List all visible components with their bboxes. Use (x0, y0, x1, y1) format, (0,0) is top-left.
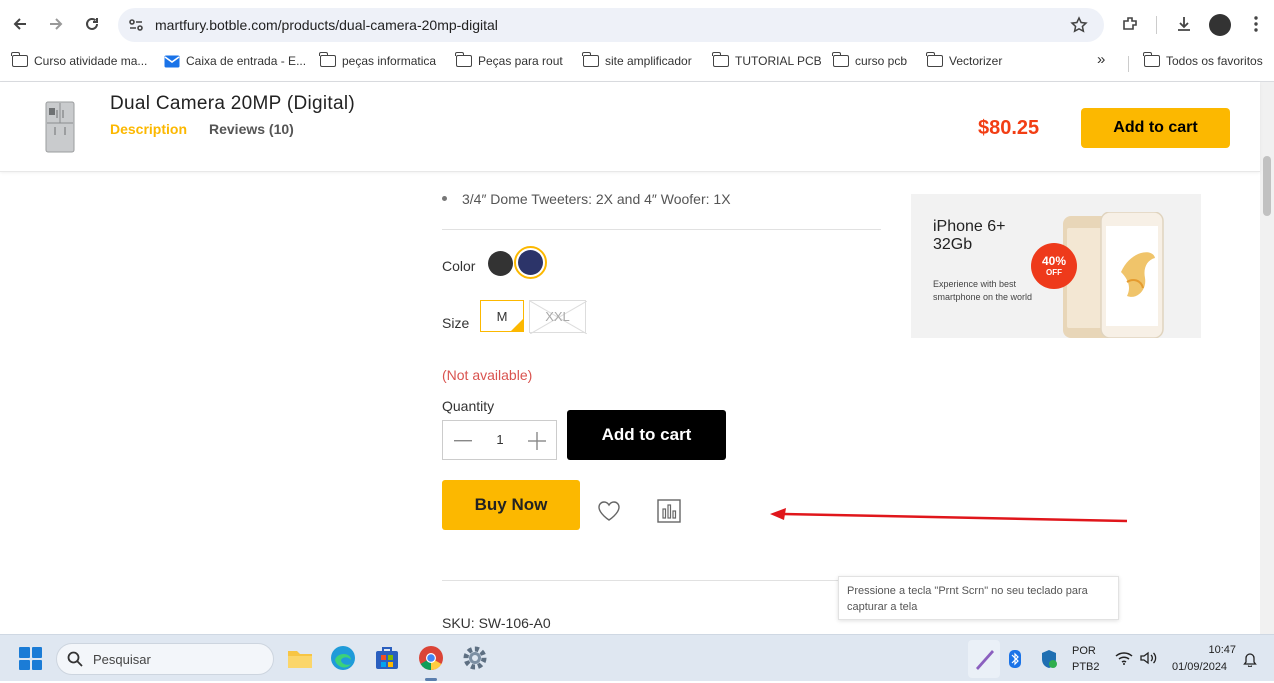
bookmark-item[interactable]: peças informatica (319, 52, 436, 68)
windows-taskbar: Pesquisar POR PTB2 10:47 01/09/2024 (0, 634, 1274, 681)
bookmark-item[interactable]: Curso atividade ma... (11, 52, 147, 68)
bookmarks-divider (1128, 56, 1129, 72)
folder-icon (582, 52, 599, 67)
tab-reviews[interactable]: Reviews (10) (209, 121, 294, 137)
smartphone-image (1063, 212, 1164, 338)
promo-title: iPhone 6+ 32Gb (933, 218, 1006, 253)
bluetooth-icon[interactable] (1009, 650, 1021, 668)
bookmarks-bar: Curso atividade ma... Caixa de entrada -… (0, 48, 1274, 78)
divider (442, 229, 881, 230)
input-language[interactable]: POR (1072, 645, 1096, 657)
scrollbar-thumb[interactable] (1263, 156, 1271, 216)
more-bookmarks-chevron-icon[interactable]: » (1097, 51, 1105, 68)
selected-corner-marker (511, 319, 523, 331)
taskbar-search-input[interactable]: Pesquisar (56, 643, 274, 675)
folder-icon (712, 52, 729, 67)
buy-now-button[interactable]: Buy Now (442, 480, 580, 530)
spec-bullet (442, 196, 447, 201)
size-option-m[interactable]: M (480, 300, 524, 332)
bookmark-item[interactable]: Vectorizer (926, 52, 1002, 68)
browser-chrome: martfury.botble.com/products/dual-camera… (0, 0, 1274, 82)
search-icon (67, 651, 83, 667)
folder-icon (11, 52, 28, 67)
windows-start-icon[interactable] (19, 647, 42, 670)
download-icon[interactable] (1175, 15, 1193, 33)
quantity-label: Quantity (442, 398, 495, 414)
toolbar-divider (1156, 16, 1157, 34)
wifi-icon[interactable] (1115, 651, 1133, 665)
address-bar[interactable]: martfury.botble.com/products/dual-camera… (118, 8, 1104, 42)
quantity-stepper: 1 (442, 420, 557, 460)
page-scrollbar[interactable] (1260, 82, 1274, 634)
forward-icon[interactable] (42, 10, 70, 38)
color-swatch-navy[interactable] (518, 250, 543, 275)
settings-gear-icon[interactable] (461, 644, 489, 672)
bookmark-item[interactable]: curso pcb (832, 52, 907, 68)
pen-app-icon[interactable] (968, 640, 1000, 678)
clock-date[interactable]: 01/09/2024 (1172, 661, 1227, 673)
file-explorer-icon[interactable] (286, 644, 314, 672)
kebab-menu-icon[interactable] (1248, 15, 1264, 33)
promo-subtitle: Experience with best smartphone on the w… (933, 279, 1033, 302)
folder-icon (1143, 52, 1160, 67)
keyboard-layout[interactable]: PTB2 (1072, 661, 1100, 673)
folder-icon (455, 52, 472, 67)
product-price: $80.25 (978, 117, 1040, 139)
folder-icon (319, 52, 336, 67)
tab-description[interactable]: Description (110, 121, 187, 137)
folder-icon (926, 52, 943, 67)
chrome-browser-icon[interactable] (417, 644, 445, 672)
divider (442, 580, 881, 581)
all-bookmarks[interactable]: Todos os favoritos (1143, 52, 1263, 68)
site-settings-icon[interactable] (128, 17, 144, 33)
heart-icon[interactable] (596, 498, 622, 524)
security-shield-icon[interactable] (1040, 649, 1058, 669)
gmail-icon (164, 55, 180, 67)
spec-text: 3/4″ Dome Tweeters: 2X and 4″ Woofer: 1X (462, 191, 731, 207)
sticky-product-header: Dual Camera 20MP (Digital) Description R… (0, 82, 1260, 172)
volume-icon[interactable] (1139, 651, 1157, 665)
browser-toolbar: martfury.botble.com/products/dual-camera… (0, 0, 1274, 48)
bookmark-item[interactable]: Peças para rout (455, 52, 563, 68)
add-to-cart-button[interactable]: Add to cart (567, 410, 726, 460)
extensions-icon[interactable] (1121, 15, 1139, 33)
color-swatch-black[interactable] (488, 251, 513, 276)
compare-chart-icon[interactable] (656, 498, 682, 524)
bookmark-item[interactable]: TUTORIAL PCB (712, 52, 822, 68)
bookmark-item[interactable]: Caixa de entrada - E... (164, 54, 306, 68)
plus-icon[interactable] (525, 429, 549, 453)
size-label: Size (442, 315, 470, 331)
profile-avatar[interactable] (1209, 14, 1231, 36)
discount-badge: 40% OFF (1031, 243, 1077, 289)
sticky-add-to-cart-button[interactable]: Add to cart (1081, 108, 1230, 148)
url-text: martfury.botble.com/products/dual-camera… (155, 17, 498, 33)
quantity-input[interactable]: 1 (487, 432, 513, 447)
sku-text: SKU: SW-106-A0 (442, 615, 551, 631)
clock-time[interactable]: 10:47 (1200, 644, 1236, 656)
bookmark-item[interactable]: site amplificador (582, 52, 692, 68)
bookmark-star-icon[interactable] (1070, 16, 1088, 34)
notification-bell-icon[interactable] (1243, 651, 1257, 667)
edge-browser-icon[interactable] (329, 644, 357, 672)
minus-icon[interactable] (451, 429, 475, 453)
annotation-arrow-icon (770, 508, 1128, 523)
reload-icon[interactable] (78, 10, 106, 38)
size-option-xxl[interactable]: XXL (529, 300, 587, 334)
product-thumbnail[interactable] (44, 100, 76, 154)
back-icon[interactable] (6, 10, 34, 38)
availability-status: (Not available) (442, 367, 533, 383)
product-title: Dual Camera 20MP (Digital) (110, 93, 356, 114)
promo-banner[interactable]: iPhone 6+ 32Gb Experience with best smar… (911, 194, 1201, 338)
folder-icon (832, 52, 849, 67)
screenshot-tooltip: Pressione a tecla "Prnt Scrn" no seu tec… (838, 576, 1119, 620)
color-label: Color (442, 258, 476, 274)
microsoft-store-icon[interactable] (373, 644, 401, 672)
